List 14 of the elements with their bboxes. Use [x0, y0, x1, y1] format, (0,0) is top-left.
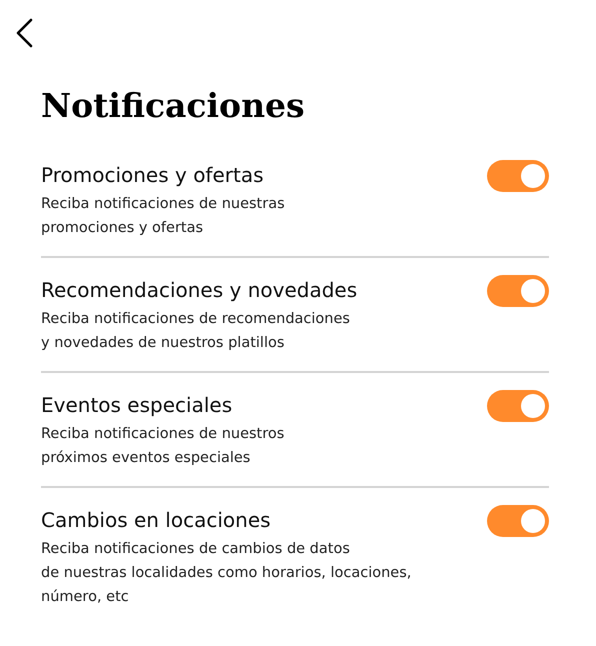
setting-description: Reciba notificaciones de recomendaciones y novedades de nuestros platillos	[41, 310, 351, 353]
toggle-switch[interactable]	[487, 390, 549, 422]
setting-title: Recomendaciones y novedades	[41, 277, 358, 304]
toggle-switch[interactable]	[487, 505, 549, 537]
setting-title: Promociones y ofertas	[41, 162, 265, 189]
back-chevron-icon	[15, 18, 33, 48]
toggle-switch[interactable]	[487, 160, 549, 192]
setting-title: Cambios en locaciones	[41, 507, 272, 534]
setting-description: Reciba notificaciones de nuestros próximos eventos especiales	[41, 425, 284, 468]
toggle-switch[interactable]	[487, 275, 549, 307]
setting-title: Eventos especiales	[41, 392, 234, 419]
setting-description: Reciba notificaciones de nuestras promociones y ofertas	[41, 195, 285, 238]
page-title: Notificaciones	[41, 85, 305, 127]
setting-description: Reciba notificaciones de cambios de datos de nuestras localidades como horarios, locaciones, número, etc	[41, 540, 412, 607]
